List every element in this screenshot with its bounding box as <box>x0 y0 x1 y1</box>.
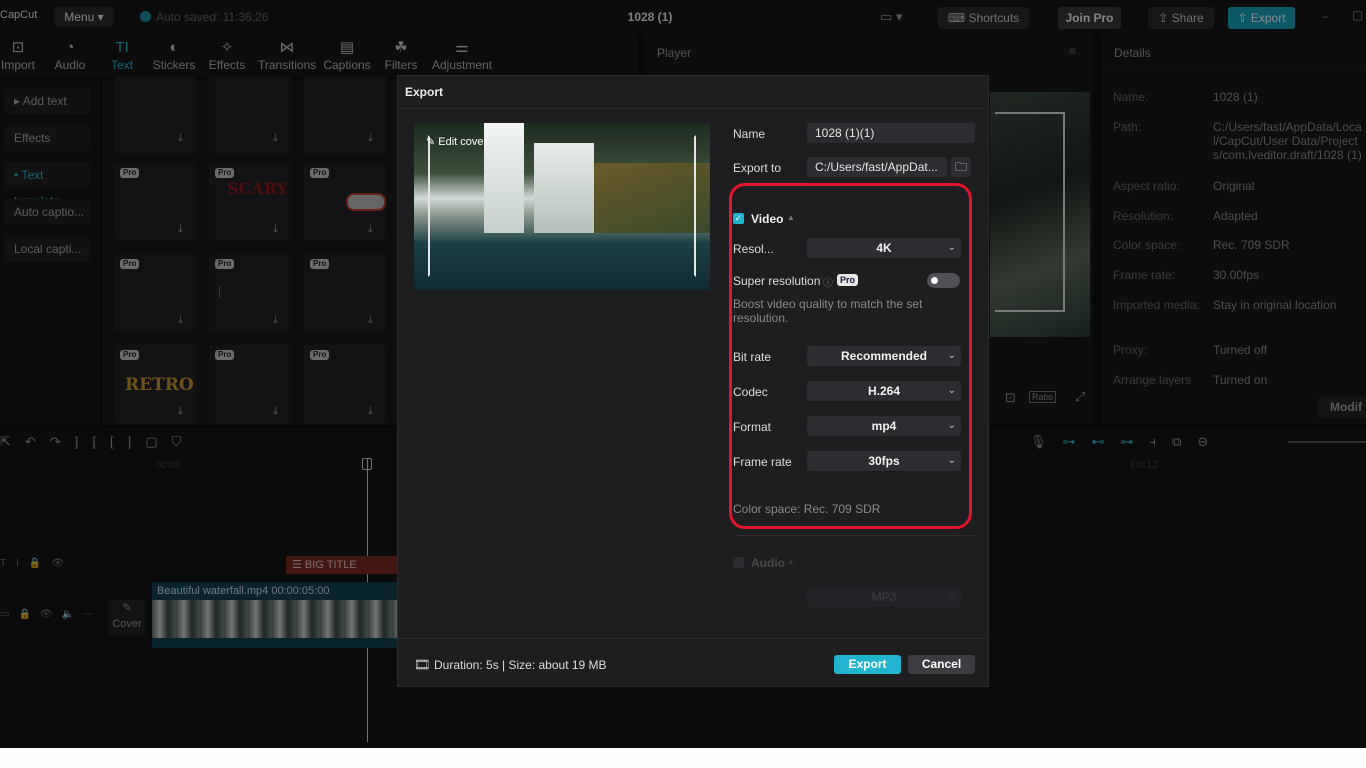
folder-icon[interactable]: 🗀 <box>951 157 971 177</box>
section-divider <box>733 535 975 536</box>
edit-icon: ✎ <box>426 136 439 148</box>
cancel-button[interactable]: Cancel <box>908 655 975 674</box>
export-path-input[interactable]: C:/Users/fast/AppDat... <box>807 157 947 177</box>
collapse-icon[interactable]: ▲ <box>787 557 795 566</box>
bottom-strip <box>0 748 1366 768</box>
export-to-label: Export to <box>733 161 782 175</box>
duration-size-info: Duration: 5s | Size: about 19 MB <box>434 658 607 672</box>
export-button[interactable]: Export <box>834 655 901 674</box>
audio-section-title[interactable]: Audio <box>751 556 785 570</box>
audio-format-select[interactable]: MP3 ⌄ <box>807 587 961 607</box>
film-icon: 🎞 <box>414 657 431 672</box>
highlight-annotation <box>729 183 972 529</box>
edit-cover-label[interactable]: ✎ Edit cover <box>426 135 487 148</box>
dialog-title: Export <box>405 85 444 99</box>
name-label: Name <box>733 127 766 141</box>
cover-preview[interactable]: ✎ Edit cover <box>414 123 710 290</box>
name-input[interactable]: 1028 (1)(1) <box>807 123 975 143</box>
footer-divider <box>398 638 988 639</box>
chevron-down-icon: ⌄ <box>947 591 956 602</box>
cover-crop-frame <box>428 135 696 277</box>
dialog-divider <box>398 108 988 109</box>
audio-checkbox[interactable] <box>733 557 744 568</box>
